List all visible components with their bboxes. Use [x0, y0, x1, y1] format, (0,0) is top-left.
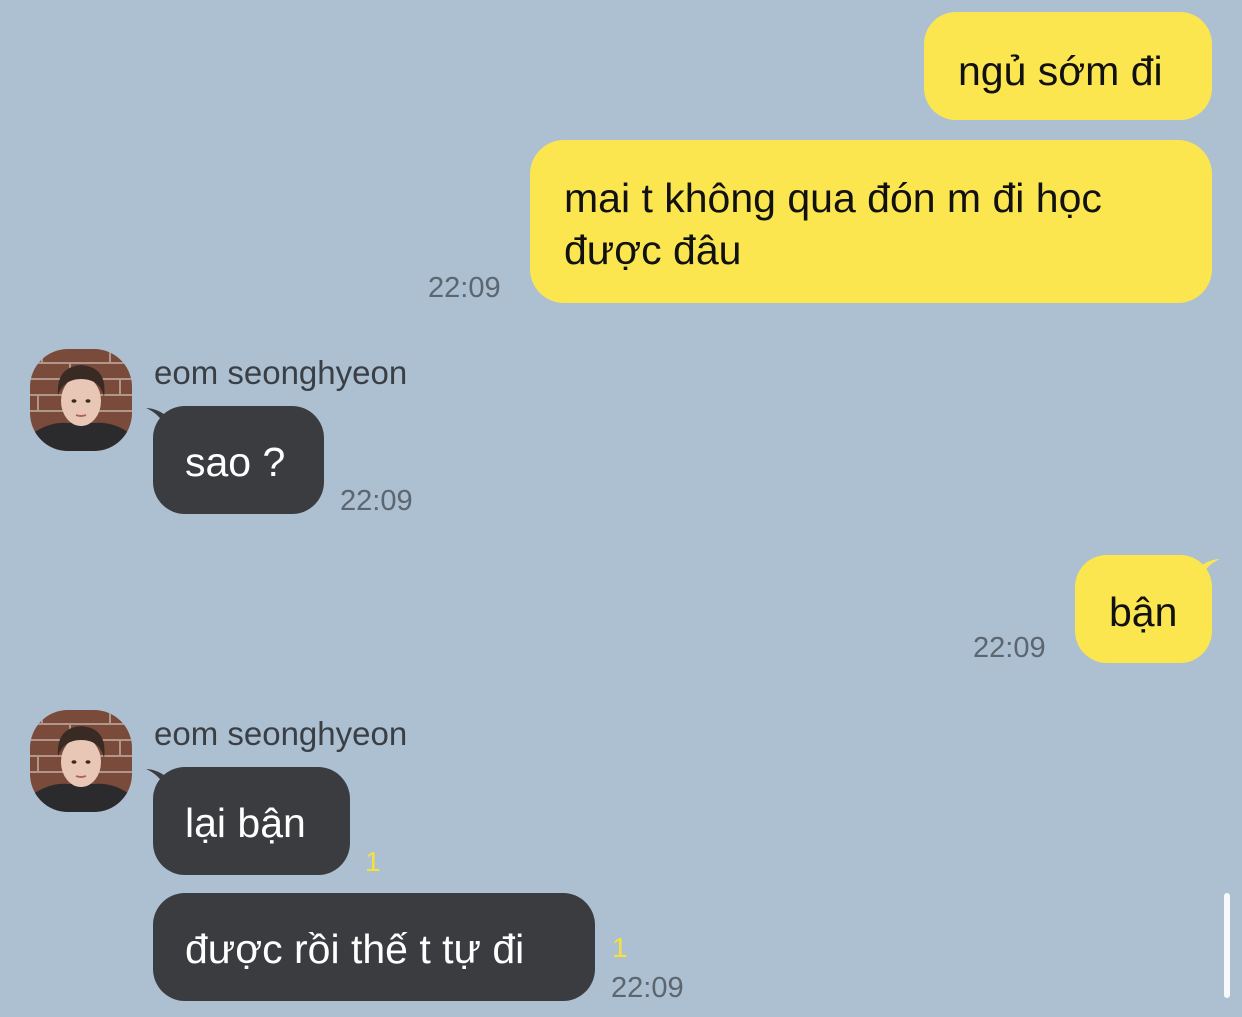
their-message-bubble[interactable]: lại bận	[153, 767, 350, 875]
avatar[interactable]	[30, 349, 132, 451]
message-text: lại bận	[185, 800, 306, 846]
profile-photo-icon	[30, 710, 132, 812]
message-text: sao ?	[185, 439, 286, 485]
their-message-bubble[interactable]: được rồi thế t tự đi	[153, 893, 595, 1001]
my-message-bubble[interactable]: bận	[1075, 555, 1212, 663]
message-timestamp: 22:09	[611, 972, 684, 1004]
unread-count: 1	[612, 932, 628, 963]
message-timestamp: 22:09	[428, 272, 501, 304]
scrollbar[interactable]	[1224, 893, 1230, 998]
message-text: được rồi thế t tự đi	[185, 926, 525, 972]
message-text-line: được đâu	[564, 227, 742, 273]
profile-photo-icon	[30, 349, 132, 451]
message-text-line: mai t không qua đón m đi học	[564, 175, 1102, 221]
message-text: ngủ sớm đi	[958, 48, 1163, 94]
sender-name: eom seonghyeon	[154, 354, 408, 391]
my-message-bubble[interactable]: mai t không qua đón m đi học được đâu	[530, 140, 1212, 303]
sender-name: eom seonghyeon	[154, 715, 408, 752]
unread-count: 1	[365, 846, 381, 877]
their-message-bubble[interactable]: sao ?	[153, 406, 324, 514]
message-timestamp: 22:09	[340, 485, 413, 517]
message-timestamp: 22:09	[973, 632, 1046, 664]
message-text: bận	[1109, 589, 1178, 635]
avatar[interactable]	[30, 710, 132, 812]
my-message-bubble[interactable]: ngủ sớm đi	[924, 12, 1212, 120]
